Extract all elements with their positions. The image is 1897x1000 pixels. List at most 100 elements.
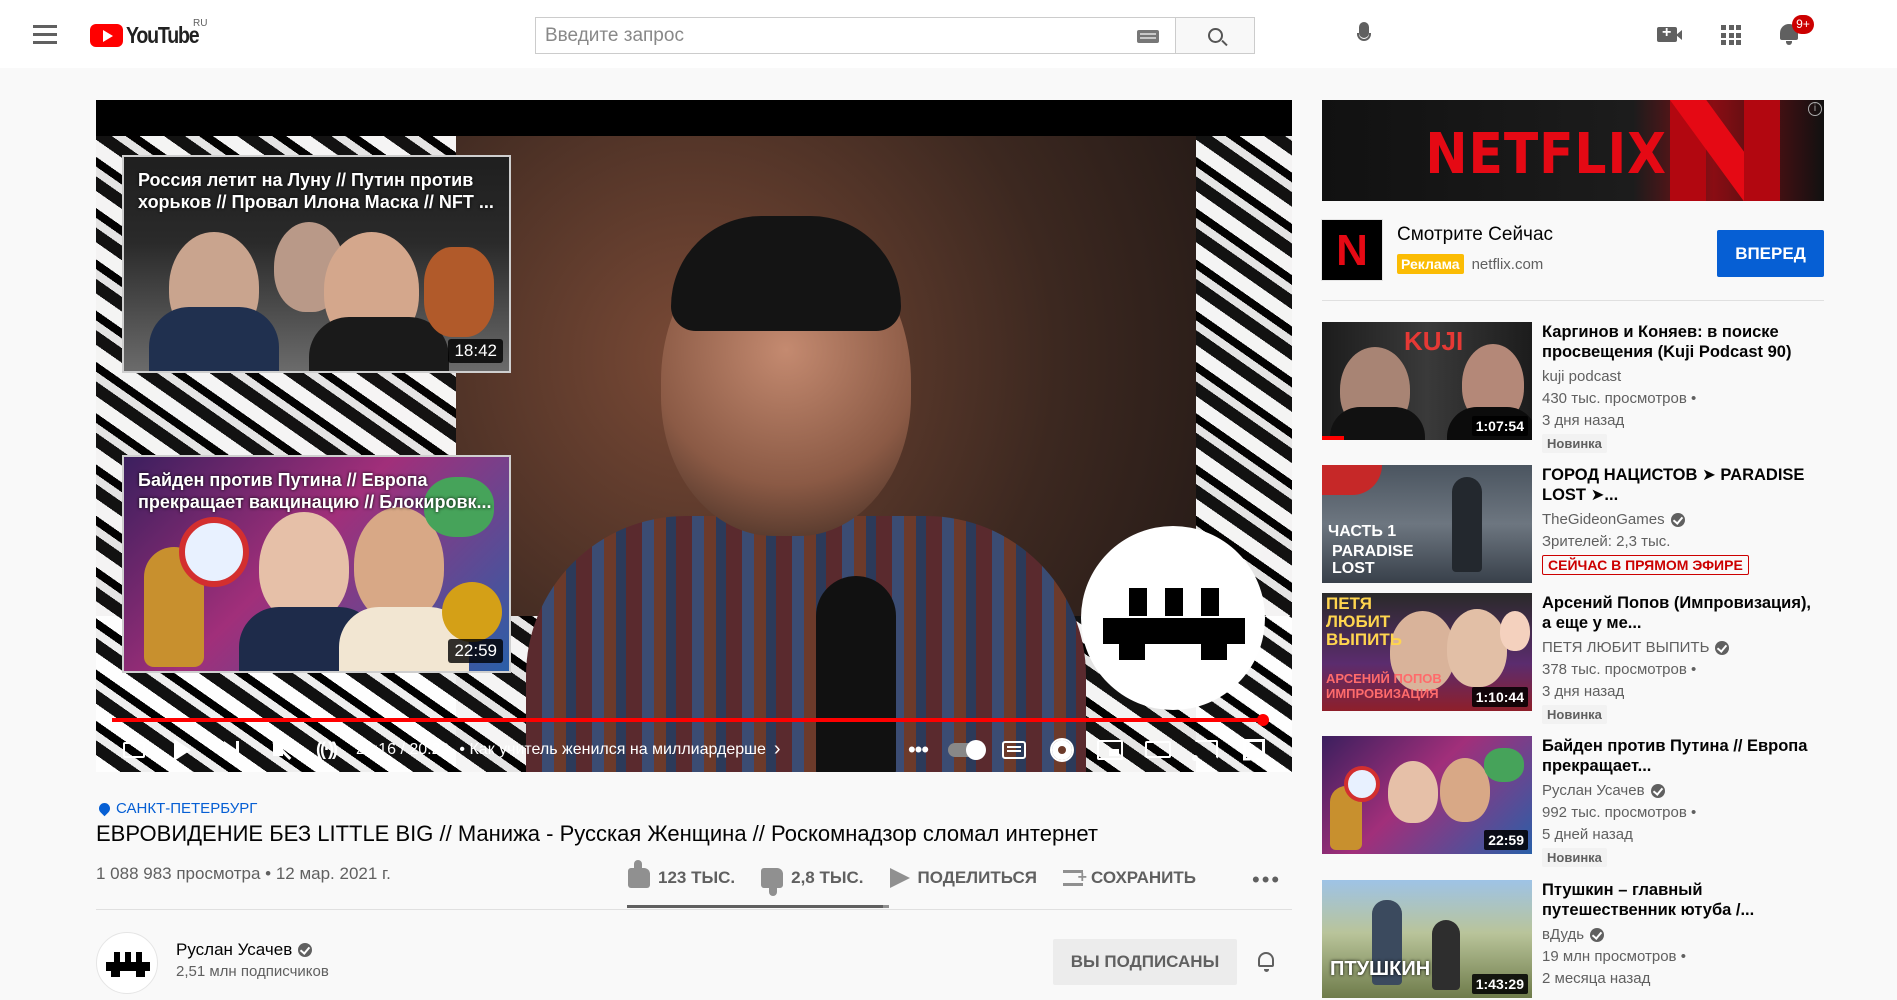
subscriber-count: 2,51 млн подписчиков (176, 963, 329, 980)
save-label: СОХРАНИТЬ (1091, 868, 1197, 887)
recommendation-age: 3 дня назад (1542, 412, 1625, 429)
autoplay-toggle[interactable] (942, 727, 990, 772)
chapter-title[interactable]: • Как учитель женился на миллиардерше (459, 741, 765, 759)
recommendation-views: 430 тыс. просмотров • (1542, 390, 1697, 407)
like-dislike-bar (627, 905, 889, 908)
recommendation-item[interactable]: 22:59 Байден против Путина // Европа пре… (1322, 736, 1824, 867)
search-button[interactable] (1175, 17, 1255, 54)
recommendation-thumbnail: KUJI 1:07:54 (1322, 322, 1532, 440)
recommendation-title: ГОРОД НАЦИСТОВ ➤ PARADISE LOST ➤... (1542, 466, 1805, 504)
share-label: ПОДЕЛИТЬСЯ (917, 868, 1038, 887)
more-actions-icon[interactable]: ••• (1252, 867, 1281, 893)
like-button[interactable]: 123 ТЫС. (628, 860, 736, 888)
thumbs-down-icon (761, 868, 784, 896)
location-link[interactable]: САНКТ-ПЕТЕРБУРГ (96, 800, 257, 817)
stable-volume-button[interactable]: ((·)) (302, 727, 350, 772)
more-dots-icon: ••• (907, 736, 929, 762)
logo-region: RU (193, 18, 208, 29)
youtube-play-icon (90, 24, 123, 47)
ad-meta: Реклама netflix.com (1397, 254, 1543, 274)
video-title: ЕВРОВИДЕНИЕ БЕЗ LITTLE BIG // Манижа - Р… (96, 821, 1098, 846)
loop-icon (123, 741, 145, 758)
recommendation-title: Байден против Путина // Европа прекращае… (1542, 737, 1808, 775)
recommendation-item[interactable]: KUJI 1:07:54 Каргинов и Коняев: в поиске… (1322, 322, 1824, 453)
like-count: 123 ТЫС. (658, 868, 736, 887)
channel-name-link[interactable]: Руслан Усачев (176, 940, 313, 960)
miniplayer-button[interactable] (1086, 727, 1134, 772)
create-video-icon[interactable] (1657, 24, 1682, 42)
recommendation-channel: kuji podcast (1542, 368, 1622, 385)
masthead: YouTube RU Введите запрос 9+ (0, 0, 1897, 68)
advertiser-logo[interactable] (1322, 220, 1382, 280)
subscription-bell-icon[interactable] (1256, 952, 1276, 974)
search-icon (1207, 28, 1223, 43)
share-button[interactable]: ПОДЕЛИТЬСЯ (889, 868, 1038, 888)
verified-check-icon (1670, 512, 1685, 527)
new-badge: Новинка (1542, 848, 1607, 867)
subscribed-button[interactable]: ВЫ ПОДПИСАНЫ (1053, 939, 1237, 985)
recommendation-item[interactable]: ПЕТЯ ЛЮБИТ ВЫПИТЬ АРСЕНИЙ ПОПОВ ИМПРОВИЗ… (1322, 593, 1824, 724)
endcard-video-2[interactable]: Байден против Путина // Европа прекращае… (122, 455, 511, 673)
recommendation-title: Арсений Попов (Импровизация), а еще у ме… (1542, 594, 1812, 632)
stable-volume-icon: ((·)) (316, 739, 338, 759)
fullscreen-button[interactable] (1230, 727, 1278, 772)
cast-button[interactable] (1182, 727, 1230, 772)
microphone-icon[interactable] (1356, 22, 1372, 48)
subtitles-button[interactable] (990, 727, 1038, 772)
recommendation-title: Птушкин – главный путешественник ютуба /… (1542, 881, 1755, 919)
ad-banner[interactable]: NETFLIX (1322, 100, 1824, 201)
gear-icon (1052, 739, 1072, 760)
recommendation-views: 19 млн просмотров • (1542, 948, 1686, 965)
divider (1322, 300, 1824, 301)
channel-name: Руслан Усачев (176, 940, 293, 959)
verified-check-icon (1590, 927, 1605, 942)
thumbnail-subtext: АРСЕНИЙ ПОПОВ ИМПРОВИЗАЦИЯ (1326, 671, 1442, 701)
recommendation-item[interactable]: ПТУШКИН 1:43:29 Птушкин – главный путеше… (1322, 880, 1824, 1000)
fullscreen-icon (1243, 738, 1265, 761)
theater-mode-button[interactable] (1134, 727, 1182, 772)
channel-endcard-logo[interactable] (1081, 526, 1265, 710)
recommendation-channel: TheGideonGames (1542, 511, 1685, 528)
ad-info-icon[interactable]: i (1808, 102, 1822, 116)
youtube-logo[interactable]: YouTube RU (90, 18, 211, 49)
settings-button[interactable] (1038, 727, 1086, 772)
next-button[interactable] (206, 727, 254, 772)
apps-grid-icon[interactable] (1721, 25, 1741, 45)
video-actions: 123 ТЫС. 2,8 ТЫС. ПОДЕЛИТЬСЯ СОХРАНИТЬ (628, 860, 1222, 896)
dislike-count: 2,8 ТЫС. (791, 868, 864, 887)
ad-title[interactable]: Смотрите Сейчас (1397, 224, 1553, 246)
progress-bar[interactable] (112, 714, 1276, 726)
location-pin-icon (96, 800, 113, 817)
ad-cta-button[interactable]: ВПЕРЕД (1717, 230, 1824, 277)
subtitles-icon (1002, 740, 1026, 759)
verified-check-icon (298, 943, 313, 957)
duration: 1:43:29 (1471, 974, 1528, 994)
thumbnail-text: ПЕТЯ ЛЮБИТ ВЫПИТЬ (1326, 594, 1402, 649)
channel-avatar[interactable] (96, 932, 158, 994)
loop-button[interactable] (110, 727, 158, 772)
logo-text: YouTube (126, 22, 200, 48)
recommendation-age: 5 дней назад (1542, 826, 1633, 843)
save-button[interactable]: СОХРАНИТЬ (1063, 868, 1196, 888)
recommendation-age: 3 дня назад (1542, 683, 1625, 700)
endcard-duration: 22:59 (448, 639, 503, 663)
recommendation-item[interactable]: ЧАСТЬ 1 PARADISE LOST ГОРОД НАЦИСТОВ ➤ P… (1322, 465, 1824, 585)
search-input[interactable]: Введите запрос (535, 17, 1175, 54)
video-player[interactable]: Россия летит на Луну // Путин против хор… (96, 100, 1292, 772)
like-ratio-fill (627, 905, 884, 908)
recommendation-viewers: Зрителей: 2,3 тыс. (1542, 533, 1671, 550)
play-button[interactable] (158, 727, 206, 772)
more-options-button[interactable]: ••• (894, 727, 942, 772)
notification-badge: 9+ (1792, 15, 1814, 34)
dislike-button[interactable]: 2,8 ТЫС. (761, 868, 864, 896)
keyboard-icon[interactable] (1137, 30, 1159, 43)
chapter-chevron-icon[interactable]: › (774, 738, 781, 761)
mute-button[interactable] (254, 727, 302, 772)
endcard-video-1[interactable]: Россия летит на Луну // Путин против хор… (122, 155, 511, 373)
menu-icon[interactable] (30, 22, 60, 46)
duration: 1:07:54 (1471, 416, 1528, 436)
miniplayer-icon (1097, 739, 1123, 760)
time-display: 20:16 / 20:29 (356, 740, 450, 758)
new-badge: Новинка (1542, 705, 1607, 724)
thumbnail-text: ЧАСТЬ 1 (1328, 523, 1397, 540)
